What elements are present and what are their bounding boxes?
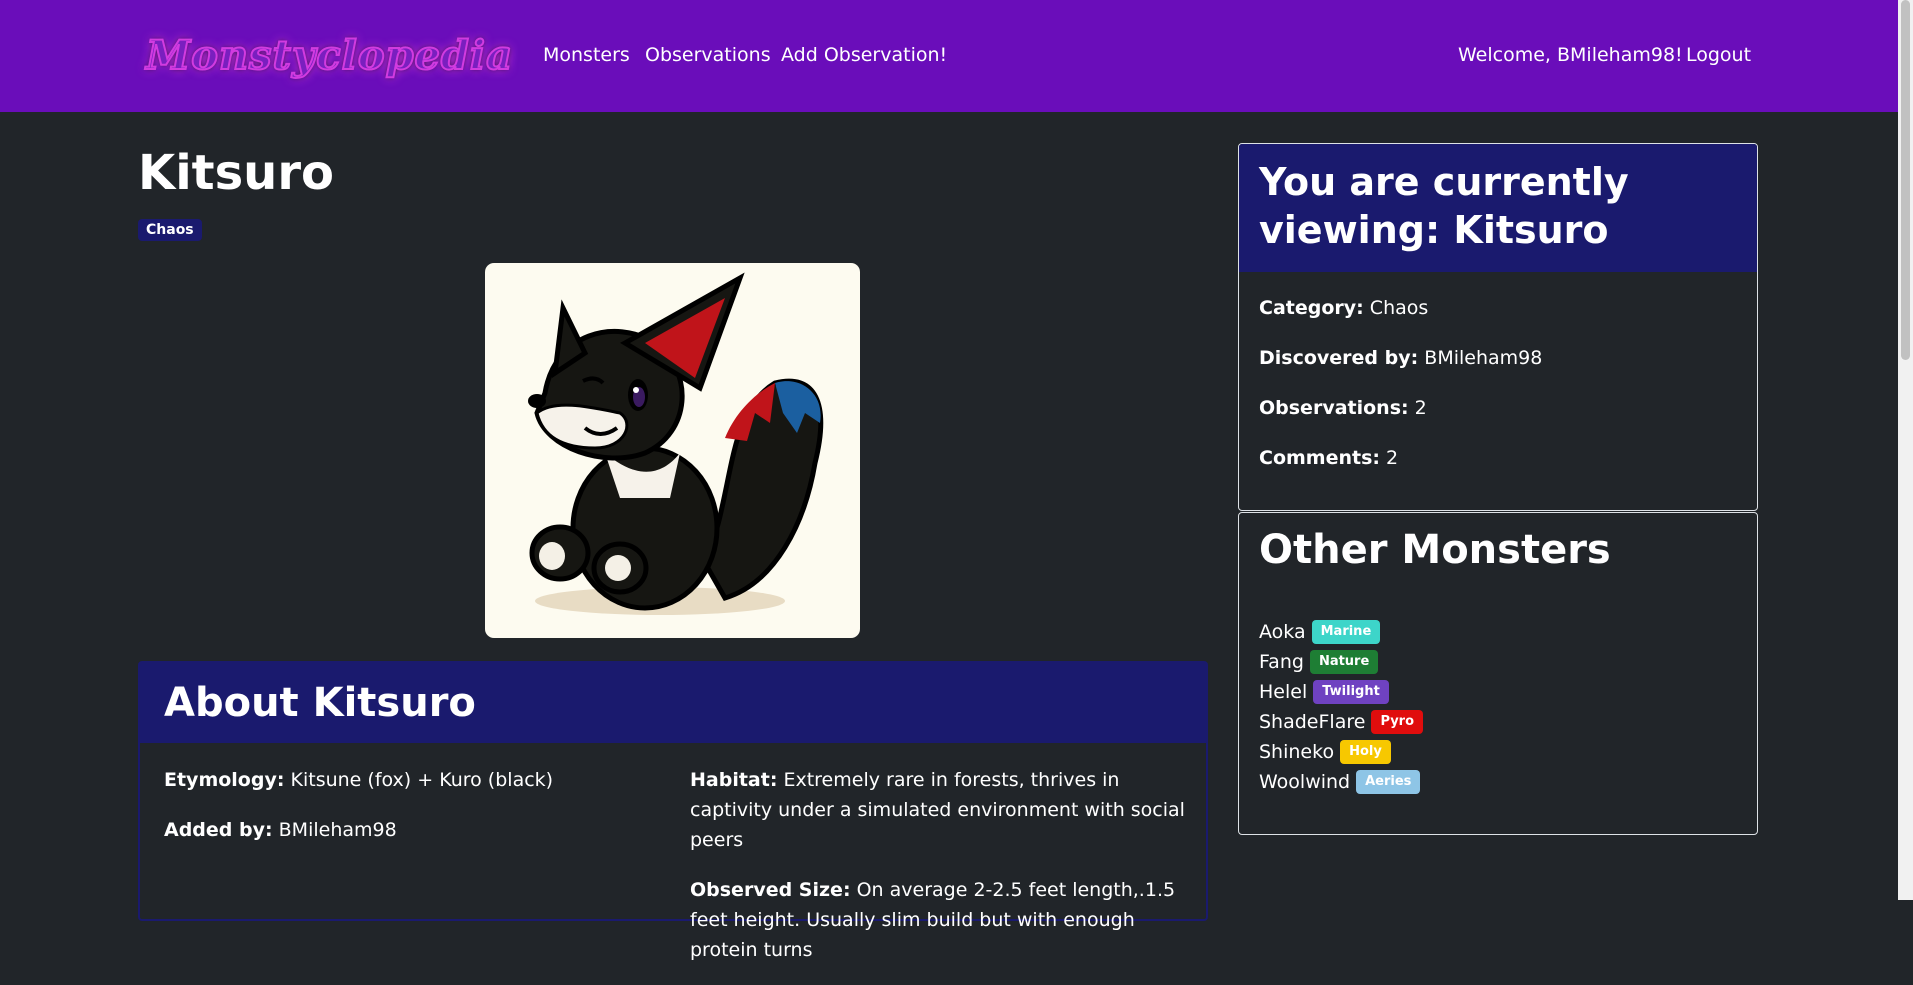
viewing-observations-value: 2	[1414, 397, 1427, 419]
added-by-label: Added by:	[164, 819, 273, 841]
about-right-column: Habitat: Extremely rare in forests, thri…	[690, 765, 1190, 985]
monster-link[interactable]: Shineko	[1259, 737, 1334, 767]
etymology-value: Kitsune (fox) + Kuro (black)	[290, 769, 554, 791]
category-badge: Chaos	[138, 219, 202, 241]
added-by-row: Added by: BMileham98	[164, 815, 644, 845]
viewing-observations-label: Observations:	[1259, 397, 1409, 419]
about-title: About Kitsuro	[164, 680, 476, 726]
monster-image	[485, 263, 860, 638]
category-badge: Nature	[1309, 650, 1379, 674]
monster-link[interactable]: Helel	[1259, 677, 1307, 707]
category-badge: Twilight	[1313, 680, 1389, 704]
list-item[interactable]: Helel Twilight	[1259, 677, 1423, 707]
monster-link[interactable]: Woolwind	[1259, 767, 1350, 797]
viewing-category-value: Chaos	[1369, 297, 1429, 319]
category-badge: Marine	[1311, 620, 1381, 644]
size-row: Observed Size: On average 2-2.5 feet len…	[690, 875, 1190, 965]
habitat-row: Habitat: Extremely rare in forests, thri…	[690, 765, 1190, 855]
viewing-comments-value: 2	[1386, 447, 1399, 469]
currently-viewing-card: You are currently viewing: Kitsuro Categ…	[1238, 143, 1758, 511]
habitat-label: Habitat:	[690, 769, 778, 791]
etymology-label: Etymology:	[164, 769, 285, 791]
scrollbar-thumb[interactable]	[1901, 0, 1910, 360]
viewing-discovered-value: BMileham98	[1424, 347, 1543, 369]
other-monsters-card: Other Monsters Aoka Marine Fang Nature Hel…	[1238, 512, 1758, 835]
nav-welcome[interactable]: Welcome, BMileham98!	[1458, 44, 1683, 66]
viewing-discovered-label: Discovered by:	[1259, 347, 1419, 369]
viewing-category-label: Category:	[1259, 297, 1364, 319]
list-item[interactable]: Shineko Holy	[1259, 737, 1423, 767]
about-card: About Kitsuro Etymology: Kitsune (fox) +…	[138, 661, 1208, 961]
monster-link[interactable]: ShadeFlare	[1259, 707, 1365, 737]
list-item[interactable]: Woolwind Aeries	[1259, 767, 1423, 797]
category-badge: Aeries	[1356, 770, 1421, 794]
monster-link[interactable]: Fang	[1259, 647, 1304, 677]
list-item[interactable]: Aoka Marine	[1259, 617, 1423, 647]
viewing-observations-row: Observations: 2	[1259, 396, 1737, 420]
brand-logo[interactable]: Monstyclopedia	[145, 24, 513, 86]
fox-illustration	[528, 272, 824, 615]
viewing-discovered-row: Discovered by: BMileham98	[1259, 346, 1737, 370]
viewing-comments-row: Comments: 2	[1259, 446, 1737, 470]
list-item[interactable]: Fang Nature	[1259, 647, 1423, 677]
nav-logout[interactable]: Logout	[1686, 44, 1751, 66]
viewing-title: You are currently viewing: Kitsuro	[1259, 160, 1629, 252]
other-monsters-title: Other Monsters	[1259, 527, 1611, 573]
navbar: Monstyclopedia Monsters Observations Add…	[0, 0, 1898, 112]
viewing-comments-label: Comments:	[1259, 447, 1380, 469]
nav-observations[interactable]: Observations	[645, 44, 771, 66]
nav-monsters[interactable]: Monsters	[543, 44, 630, 66]
nav-add-observation[interactable]: Add Observation!	[781, 44, 947, 66]
about-left-column: Etymology: Kitsune (fox) + Kuro (black) …	[164, 765, 644, 865]
about-header: About Kitsuro	[140, 663, 1206, 743]
monster-link[interactable]: Aoka	[1259, 617, 1306, 647]
brand-name: Monstyclopedia	[145, 31, 514, 80]
page-title: Kitsuro	[138, 145, 334, 201]
viewing-header: You are currently viewing: Kitsuro	[1239, 144, 1757, 272]
size-label: Observed Size:	[690, 879, 851, 901]
category-badge: Pyro	[1371, 710, 1424, 734]
page-scrollbar[interactable]	[1898, 0, 1913, 900]
viewing-category-row: Category: Chaos	[1259, 296, 1737, 320]
etymology-row: Etymology: Kitsune (fox) + Kuro (black)	[164, 765, 644, 795]
added-by-value: BMileham98	[278, 819, 397, 841]
other-monsters-list: Aoka Marine Fang Nature Helel Twilight Shad…	[1259, 617, 1424, 797]
list-item[interactable]: ShadeFlare Pyro	[1259, 707, 1424, 737]
category-badge: Holy	[1340, 740, 1391, 764]
